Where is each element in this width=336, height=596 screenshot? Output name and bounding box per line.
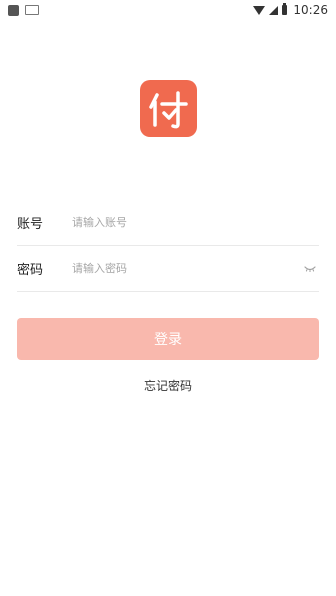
forgot-password-link[interactable]: 忘记密码 <box>0 377 336 394</box>
app-logo <box>140 80 197 137</box>
logo-glyph-icon <box>149 91 188 129</box>
password-label: 密码 <box>17 263 44 278</box>
password-row: 密码 <box>17 246 319 292</box>
account-label: 账号 <box>17 217 44 232</box>
status-right: 10:26 <box>253 3 328 17</box>
battery-icon <box>282 3 288 15</box>
login-button[interactable]: 登录 <box>17 318 319 360</box>
account-row: 账号 <box>17 200 319 246</box>
app-notification-icon <box>8 4 19 16</box>
password-input[interactable] <box>72 262 303 275</box>
clock: 10:26 <box>293 3 328 17</box>
password-visibility-toggle-icon[interactable] <box>303 264 317 274</box>
cellular-signal-icon <box>269 5 279 15</box>
wifi-icon <box>253 5 266 15</box>
account-input[interactable] <box>72 216 319 229</box>
status-bar: 10:26 <box>0 0 336 20</box>
mail-notification-icon <box>25 5 39 15</box>
status-left <box>8 4 39 16</box>
